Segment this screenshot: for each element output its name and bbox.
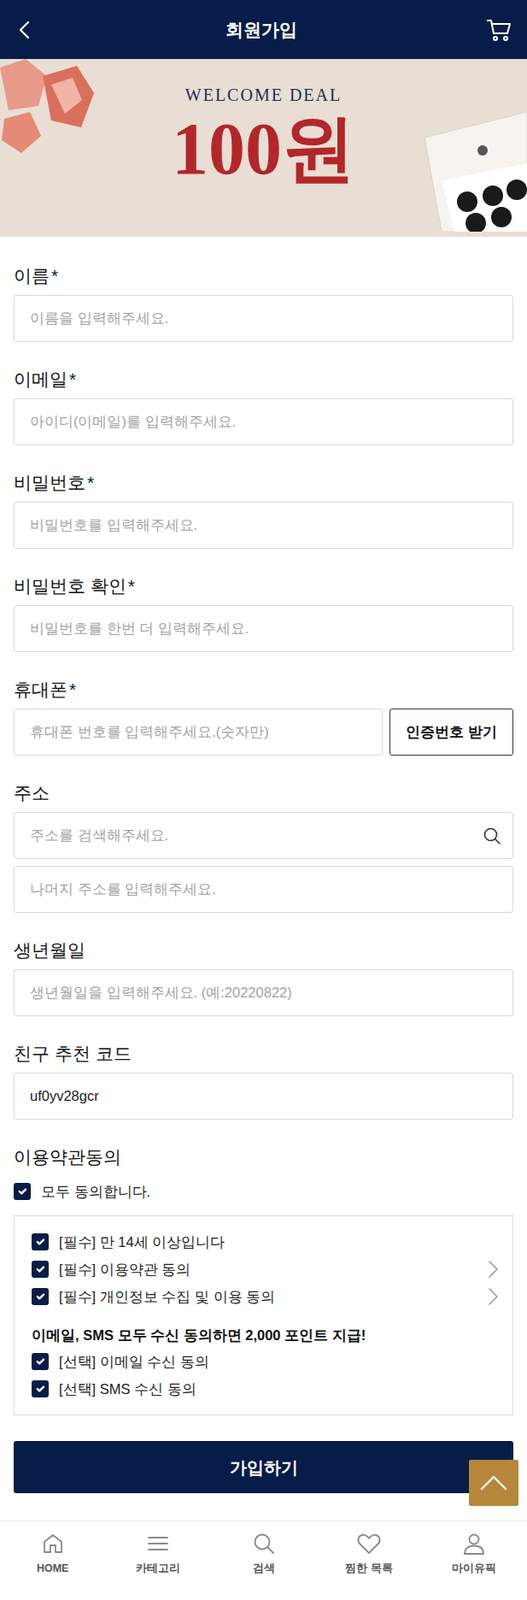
text-input[interactable] <box>13 968 514 1016</box>
search-icon <box>251 1530 276 1555</box>
nav-label: 마이유픽 <box>451 1559 497 1576</box>
nav-label: 카테고리 <box>135 1559 181 1576</box>
top-bar: 회원가입 <box>0 0 527 59</box>
phone-input[interactable] <box>13 708 383 756</box>
menu-icon <box>146 1530 170 1555</box>
agree-label: [필수] 만 14세 이상입니다 <box>58 1230 225 1253</box>
heart-icon <box>356 1530 382 1555</box>
terms-title: 이용약관동의 <box>13 1145 514 1167</box>
form-field: 휴대폰* 인증번호 받기 <box>13 678 514 756</box>
agree-label: [필수] 이용약관 동의 <box>58 1258 191 1280</box>
required-mark: * <box>128 575 135 596</box>
banner-price: 100원 <box>171 111 356 186</box>
search-icon[interactable] <box>482 825 502 845</box>
required-mark: * <box>51 265 59 286</box>
field-label: 이메일* <box>13 368 514 390</box>
terms-row[interactable]: [필수] 개인정보 수집 및 이용 동의 <box>31 1282 499 1310</box>
terms-box: [필수] 만 14세 이상입니다 [필수] 이용약관 동의 [필수] 개인정보 수집… <box>13 1214 514 1415</box>
field-label: 생년월일 <box>13 938 514 961</box>
person-icon <box>462 1530 487 1555</box>
bottom-nav: HOME 카테고리 검색 찜한 목록 마이유픽 <box>0 1519 527 1596</box>
text-input[interactable] <box>13 501 514 549</box>
nav-item[interactable]: 찜한 목록 <box>316 1520 422 1596</box>
referral-input[interactable] <box>13 1071 514 1119</box>
form-field: 생년월일 <box>13 938 514 1016</box>
required-mark: * <box>87 472 94 492</box>
field-label: 주소 <box>13 781 514 803</box>
submit-button[interactable]: 가입하기 <box>13 1440 514 1493</box>
label-text: 생년월일 <box>13 939 86 960</box>
form-field: 친구 추천 코드 <box>13 1042 514 1119</box>
nav-label: 찜한 목록 <box>345 1559 393 1576</box>
field-label: 이름* <box>13 264 514 287</box>
home-icon <box>40 1530 65 1555</box>
required-mark: * <box>69 679 77 699</box>
scroll-top-button[interactable] <box>468 1458 519 1505</box>
terms-row[interactable]: [필수] 만 14세 이상입니다 <box>31 1227 499 1255</box>
agree-label: [필수] 개인정보 수집 및 이용 동의 <box>58 1285 276 1307</box>
text-input[interactable] <box>13 604 514 652</box>
agree-label: [선택] 이메일 수신 동의 <box>58 1350 210 1372</box>
back-icon[interactable] <box>15 19 36 41</box>
promo-banner[interactable]: WELCOME DEAL 100원 <box>0 58 527 237</box>
signup-form: 이름*이메일*비밀번호*비밀번호 확인*휴대폰*인증번호 받기주소생년월일친구 … <box>0 236 527 1493</box>
form-field: 비밀번호* <box>13 471 514 549</box>
field-label: 비밀번호* <box>13 471 514 493</box>
agree-checkbox[interactable] <box>31 1379 49 1397</box>
address-input[interactable] <box>13 811 514 859</box>
text-input[interactable] <box>13 398 514 446</box>
salt-crystal-icon <box>0 58 120 170</box>
label-text: 주소 <box>13 782 50 803</box>
product-box-icon <box>407 103 527 232</box>
label-text: 비밀번호 <box>13 472 86 492</box>
points-note: 이메일, SMS 모두 수신 동의하면 2,000 포인트 지급! <box>31 1321 499 1347</box>
verify-button[interactable]: 인증번호 받기 <box>389 708 514 756</box>
required-mark: * <box>69 368 77 389</box>
form-field: 이름* <box>13 264 514 342</box>
cart-icon[interactable] <box>486 17 512 43</box>
form-field: 주소 <box>13 781 514 913</box>
field-label: 비밀번호 확인* <box>13 574 514 597</box>
agree-checkbox[interactable] <box>13 1182 31 1200</box>
terms-row[interactable]: [선택] SMS 수신 동의 <box>31 1374 499 1402</box>
agree-label: [선택] SMS 수신 동의 <box>58 1377 197 1400</box>
form-field: 비밀번호 확인* <box>13 574 514 652</box>
terms-row[interactable]: [선택] 이메일 수신 동의 <box>31 1346 499 1375</box>
agree-checkbox[interactable] <box>31 1352 49 1370</box>
chevron-right-icon[interactable] <box>486 1286 499 1306</box>
terms-section: 이용약관동의모두 동의합니다. [필수] 만 14세 이상입니다 [필수] 이용약관… <box>13 1145 514 1415</box>
banner-eyebrow: WELCOME DEAL <box>185 84 342 106</box>
label-text: 이메일 <box>13 368 68 389</box>
chevron-up-icon <box>479 1472 509 1492</box>
agree-label: 모두 동의합니다. <box>40 1180 151 1202</box>
agree-checkbox[interactable] <box>31 1259 49 1277</box>
agree-checkbox[interactable] <box>31 1287 49 1305</box>
nav-label: HOME <box>36 1559 70 1576</box>
nav-label: 검색 <box>252 1559 276 1576</box>
field-label: 휴대폰* <box>13 678 514 700</box>
label-text: 친구 추천 코드 <box>13 1042 132 1063</box>
nav-item[interactable]: 카테고리 <box>105 1520 211 1596</box>
nav-item[interactable]: 검색 <box>210 1520 317 1596</box>
phone-row: 인증번호 받기 <box>13 708 514 756</box>
page-title: 회원가입 <box>225 16 298 44</box>
form-field: 이메일* <box>13 368 514 446</box>
label-text: 휴대폰 <box>13 679 68 699</box>
label-text: 이름 <box>13 265 50 286</box>
text-input[interactable] <box>13 294 514 342</box>
terms-row[interactable]: [필수] 이용약관 동의 <box>31 1254 499 1283</box>
field-label: 친구 추천 코드 <box>13 1042 514 1064</box>
nav-item[interactable]: HOME <box>0 1520 106 1596</box>
chevron-right-icon[interactable] <box>486 1258 499 1278</box>
label-text: 비밀번호 확인 <box>13 575 127 596</box>
agree-all-row[interactable]: 모두 동의합니다. <box>13 1176 514 1205</box>
nav-item[interactable]: 마이유픽 <box>421 1520 527 1596</box>
address-search <box>13 811 514 859</box>
address-detail-input[interactable] <box>13 865 514 913</box>
agree-checkbox[interactable] <box>31 1232 49 1250</box>
